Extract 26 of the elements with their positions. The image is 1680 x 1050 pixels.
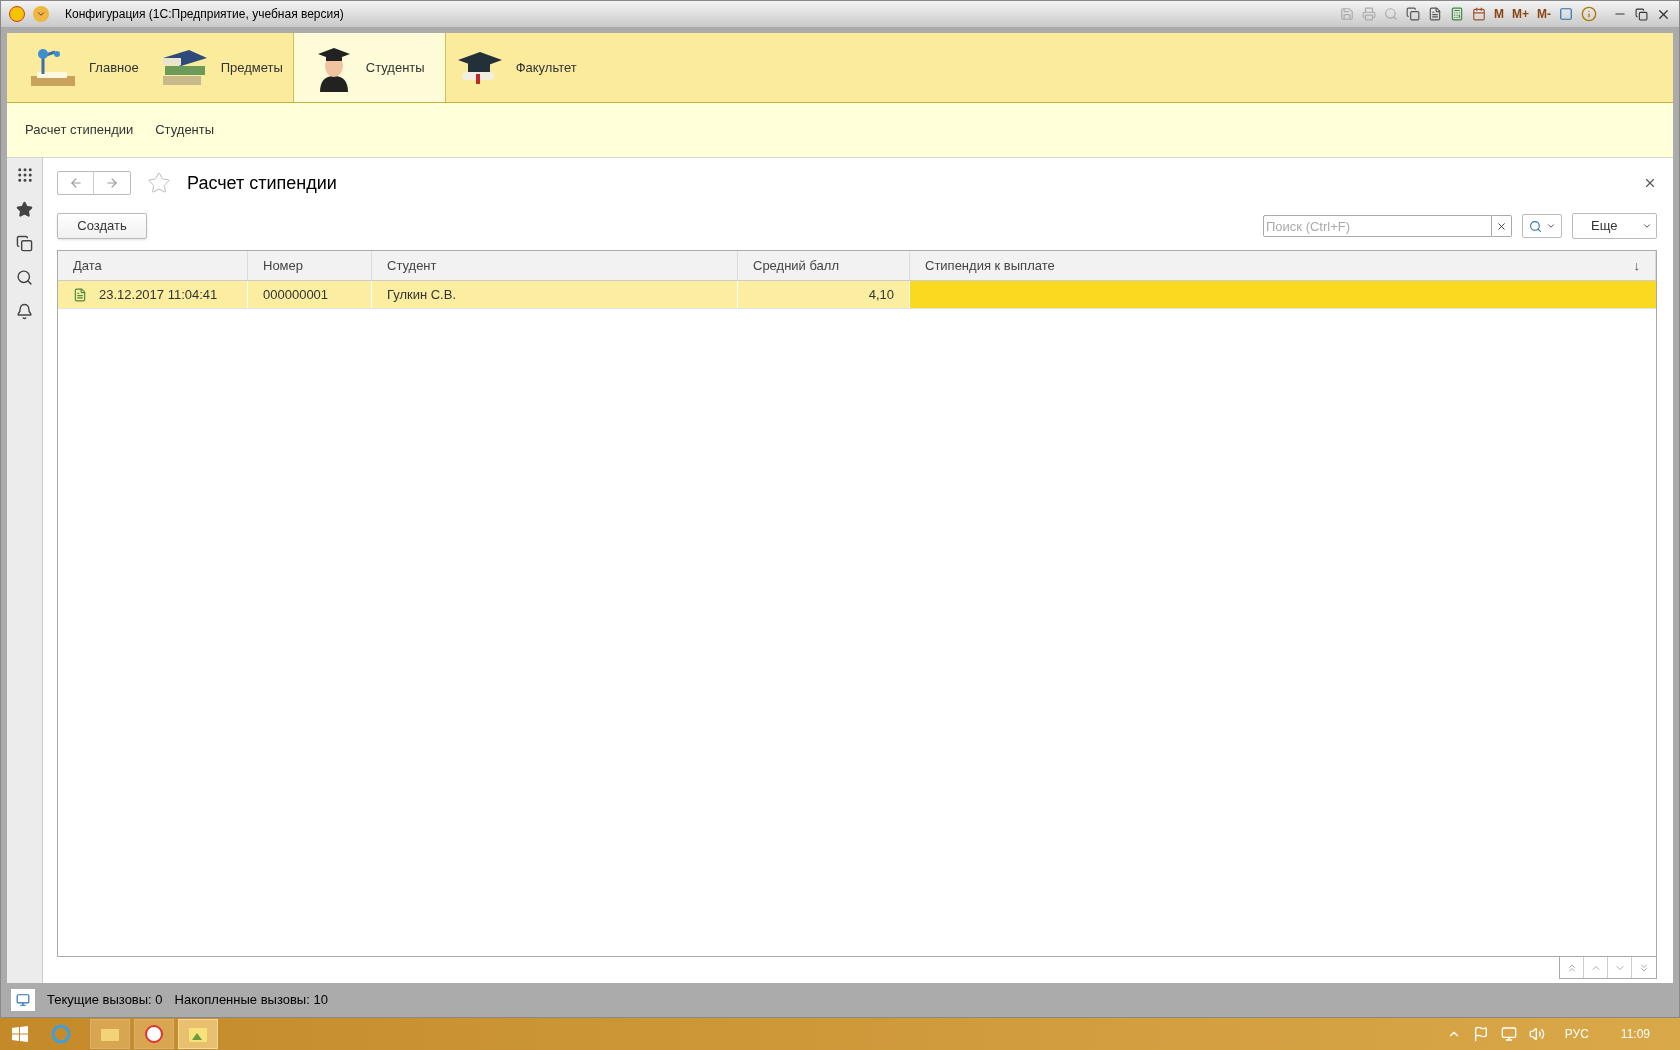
- table-cell-text: 23.12.2017 11:04:41: [99, 285, 218, 304]
- column-header[interactable]: Средний балл: [738, 251, 910, 280]
- search-field[interactable]: Поиск (Ctrl+F): [1263, 215, 1492, 237]
- column-header[interactable]: Дата: [58, 251, 248, 280]
- window-title: Конфигурация (1С:Предприятие, учебная версия): [65, 6, 344, 23]
- table-cell-text: Гулкин С.В.: [387, 285, 456, 304]
- section-tab[interactable]: Факультет: [445, 33, 587, 102]
- create-button[interactable]: Создать: [57, 213, 147, 239]
- section-tab[interactable]: Предметы: [148, 33, 293, 102]
- memory-button[interactable]: M-: [1537, 5, 1551, 23]
- memory-button[interactable]: M+: [1512, 5, 1529, 23]
- section-tab[interactable]: Главное: [19, 33, 149, 102]
- more-button[interactable]: Еще: [1572, 213, 1657, 239]
- function-link[interactable]: Расчет стипендии: [25, 120, 134, 140]
- form-title: Расчет стипендии: [187, 171, 337, 195]
- function-link[interactable]: Студенты: [155, 120, 215, 140]
- table-cell-text: 4,10: [868, 285, 894, 304]
- current-calls-text: Текущие вызовы: 0: [47, 991, 163, 1010]
- column-header[interactable]: Стипендия к выплате ↓: [910, 251, 1656, 280]
- table-row[interactable]: 23.12.2017 11:04:41 000000001 Гулкин С.В. 4,10: [58, 281, 1656, 309]
- column-header[interactable]: Номер: [248, 251, 372, 280]
- section-tab[interactable]: Студенты: [292, 33, 446, 102]
- table-cell-text: 000000001: [263, 285, 329, 304]
- accumulated-calls-text: Накопленные вызовы: 10: [174, 991, 328, 1010]
- memory-button[interactable]: M: [1494, 5, 1504, 23]
- column-header[interactable]: Студент: [372, 251, 738, 280]
